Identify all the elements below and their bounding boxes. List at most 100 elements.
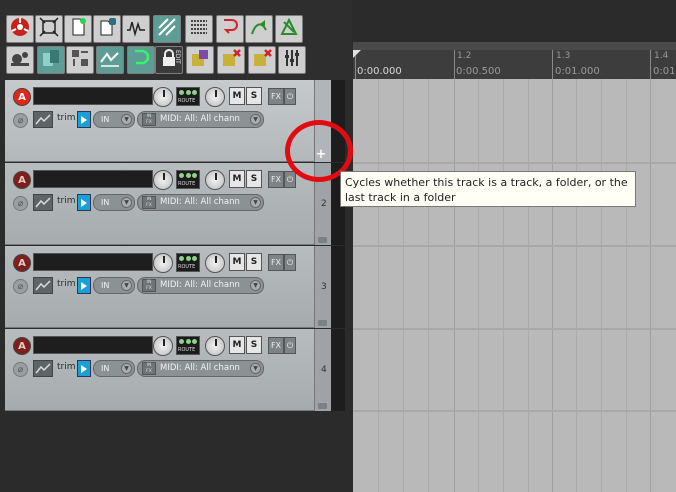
move-items-icon	[69, 47, 91, 73]
midi-fx-icon: IN FX	[142, 113, 156, 126]
record-arm-button[interactable]: A	[13, 171, 31, 189]
mute-button[interactable]: M	[229, 336, 245, 354]
mute-button[interactable]: M	[229, 170, 245, 188]
route-button[interactable]: ROUTE	[176, 87, 200, 106]
ruler-mark	[454, 50, 455, 79]
phase-invert-button[interactable]: ⌀	[13, 362, 28, 377]
solo-button[interactable]: S	[246, 87, 262, 105]
track-name-field[interactable]	[33, 87, 153, 105]
monitor-button[interactable]	[77, 111, 91, 128]
project-info-button[interactable]	[93, 15, 121, 43]
fx-button[interactable]: FX	[268, 171, 284, 188]
folder-mini-icon	[318, 320, 327, 326]
new-project-icon	[67, 16, 89, 42]
envelope-button[interactable]	[33, 111, 53, 128]
record-arm-button[interactable]: A	[13, 254, 31, 272]
envelope-button[interactable]	[245, 15, 273, 43]
metronome-button[interactable]	[6, 15, 34, 43]
track-name-field[interactable]	[33, 336, 153, 354]
midi-input-dropdown[interactable]: IN FX MIDI: All: All chann ▼	[137, 111, 264, 128]
monitor-button[interactable]	[77, 360, 91, 377]
route-button[interactable]: ROUTE	[176, 336, 200, 355]
auto-crossfade-button[interactable]	[37, 46, 65, 74]
item-m-icon	[220, 47, 242, 73]
ruler-label: 1.4	[654, 51, 669, 61]
phase-invert-button[interactable]: ⌀	[13, 279, 28, 294]
solo-button[interactable]: S	[246, 170, 262, 188]
pan-knob[interactable]	[205, 336, 225, 356]
grid-line	[626, 79, 627, 492]
track-number: 3	[321, 282, 327, 292]
ripple-edit-button[interactable]	[153, 15, 181, 43]
item-s-button[interactable]	[248, 46, 276, 74]
monitor-button[interactable]	[77, 277, 91, 294]
render-icon	[9, 47, 31, 73]
item-m-button[interactable]	[217, 46, 245, 74]
input-dropdown[interactable]: IN ▼	[93, 194, 135, 211]
record-arm-button[interactable]: A	[13, 337, 31, 355]
volume-knob[interactable]	[153, 336, 173, 356]
fx-bypass-button[interactable]: ⏻	[284, 88, 296, 105]
solo-button[interactable]: S	[246, 253, 262, 271]
input-dropdown[interactable]: IN ▼	[93, 277, 135, 294]
input-label: IN	[101, 364, 110, 373]
phase-invert-button[interactable]: ⌀	[13, 196, 28, 211]
new-project-button[interactable]	[64, 15, 92, 43]
triangle-button[interactable]	[275, 15, 303, 43]
loop-points-button[interactable]	[127, 46, 155, 74]
phase-invert-button[interactable]: ⌀	[13, 113, 28, 128]
envelope-button[interactable]	[33, 194, 53, 211]
mute-button[interactable]: M	[229, 87, 245, 105]
waveform-button[interactable]	[122, 15, 150, 43]
pan-knob[interactable]	[205, 87, 225, 107]
fx-bypass-button[interactable]: ⏻	[284, 254, 296, 271]
mixer-grid-button[interactable]	[185, 15, 213, 43]
fx-bypass-button[interactable]: ⏻	[284, 171, 296, 188]
track-name-field[interactable]	[33, 170, 153, 188]
route-button[interactable]: ROUTE	[176, 253, 200, 272]
grid-line	[552, 79, 553, 492]
volume-knob[interactable]	[153, 253, 173, 273]
input-dropdown[interactable]: IN ▼	[93, 111, 135, 128]
track-4[interactable]: A ROUTE M S FX ⏻ ⌀ trim IN ▼ IN FX MIDI: Al…	[5, 329, 314, 411]
volume-knob[interactable]	[153, 87, 173, 107]
pan-knob[interactable]	[205, 253, 225, 273]
midi-input-dropdown[interactable]: IN FX MIDI: All: All chann ▼	[137, 360, 264, 377]
triangle-icon	[278, 16, 300, 42]
playhead-marker[interactable]	[353, 50, 363, 60]
solo-button[interactable]: S	[246, 336, 262, 354]
record-arm-button[interactable]: A	[13, 88, 31, 106]
ruler-label: 1.3	[556, 51, 571, 61]
fx-button[interactable]: FX	[268, 337, 284, 354]
track-2[interactable]: A ROUTE M S FX ⏻ ⌀ trim IN ▼ IN FX MIDI: Al…	[5, 163, 314, 245]
loop-button[interactable]	[216, 15, 244, 43]
volume-knob[interactable]	[153, 170, 173, 190]
pan-knob[interactable]	[205, 170, 225, 190]
grid-snap-button[interactable]	[35, 15, 63, 43]
fx-button[interactable]: FX	[268, 254, 284, 271]
mute-button[interactable]: M	[229, 253, 245, 271]
arrange-view[interactable]: 1.2 1.3 1.4 0:00.000 0:00.500 0:01.000 0…	[353, 42, 676, 492]
timeline-ruler[interactable]: 1.2 1.3 1.4 0:00.000 0:00.500 0:01.000 0…	[353, 42, 676, 79]
track-3[interactable]: A ROUTE M S FX ⏻ ⌀ trim IN ▼ IN FX MIDI: Al…	[5, 246, 314, 328]
monitor-button[interactable]	[77, 194, 91, 211]
ruler-time: 0:01.000	[555, 66, 600, 77]
route-button[interactable]: ROUTE	[176, 170, 200, 189]
fx-button[interactable]: FX	[268, 88, 284, 105]
move-envelopes-button[interactable]	[96, 46, 124, 74]
midi-input-dropdown[interactable]: IN FX MIDI: All: All chann ▼	[137, 277, 264, 294]
loop-icon	[219, 16, 241, 42]
track-name-field[interactable]	[33, 253, 153, 271]
project-info-icon	[96, 16, 118, 42]
move-items-button[interactable]	[66, 46, 94, 74]
envelope-button[interactable]	[33, 277, 53, 294]
envelope-button[interactable]	[33, 360, 53, 377]
midi-input-dropdown[interactable]: IN FX MIDI: All: All chann ▼	[137, 194, 264, 211]
track-1[interactable]: A ROUTE M S FX ⏻ ⌀ trim IN ▼ IN FX MIDI: Al…	[5, 80, 314, 162]
fx-bypass-button[interactable]: ⏻	[284, 337, 296, 354]
render-button[interactable]	[6, 46, 34, 74]
item-d-button[interactable]	[186, 46, 214, 74]
input-dropdown[interactable]: IN ▼	[93, 360, 135, 377]
mixer-button[interactable]	[278, 46, 306, 74]
chevron-down-icon: ▼	[121, 114, 132, 125]
